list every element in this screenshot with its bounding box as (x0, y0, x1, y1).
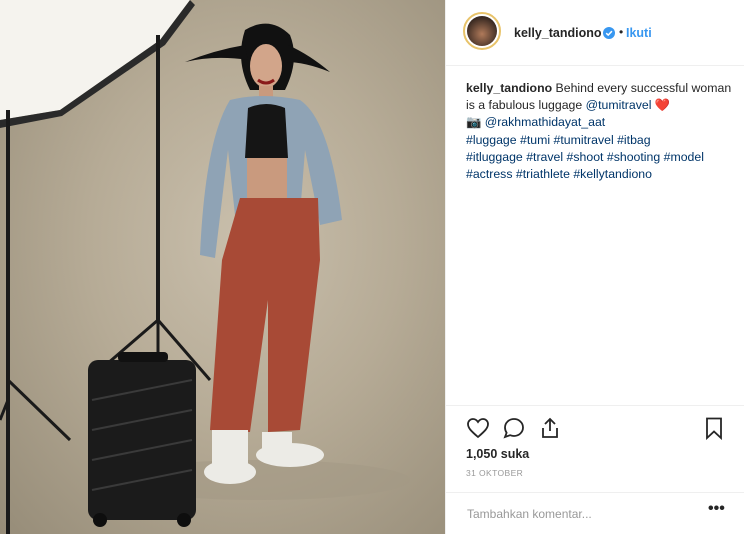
hashtag[interactable]: #shoot (567, 150, 604, 164)
follow-button[interactable]: Ikuti (626, 26, 652, 40)
hashtag[interactable]: #tumi (520, 133, 550, 147)
softbox-light (0, 0, 190, 120)
caption-mention-photographer[interactable]: @rakhmathidayat_aat (485, 115, 606, 129)
hashtag[interactable]: #itbag (617, 133, 651, 147)
suitcase (88, 352, 196, 527)
model-figure (185, 23, 342, 484)
verified-badge-icon (603, 27, 615, 39)
header-username[interactable]: kelly_tandiono (514, 26, 602, 40)
hashtag[interactable]: #travel (526, 150, 563, 164)
hashtag[interactable]: #itluggage (466, 150, 523, 164)
post-panel: kelly_tandiono • Ikuti kelly_tandiono Be… (445, 0, 744, 534)
action-bar (446, 405, 744, 451)
post-date[interactable]: 31 OKTOBER (466, 468, 523, 478)
avatar[interactable] (463, 12, 501, 50)
hashtag[interactable]: #kellytandiono (573, 167, 652, 181)
hashtag[interactable]: #triathlete (516, 167, 570, 181)
bookmark-icon[interactable] (702, 416, 726, 440)
hashtag[interactable]: #tumitravel (554, 133, 614, 147)
like-count[interactable]: 1,050 suka (466, 447, 529, 461)
hashtag[interactable]: #model (664, 150, 704, 164)
comment-input[interactable] (465, 503, 699, 525)
hashtag[interactable]: #luggage (466, 133, 517, 147)
post-header: kelly_tandiono • Ikuti (446, 0, 744, 66)
heart-emoji: ❤️ (654, 98, 671, 113)
hashtag[interactable]: #actress (466, 167, 512, 181)
post-photo[interactable] (0, 0, 445, 534)
hashtag[interactable]: #shooting (607, 150, 660, 164)
post-caption: kelly_tandiono Behind every successful w… (466, 80, 734, 183)
caption-username[interactable]: kelly_tandiono (466, 81, 552, 95)
caption-mention-tumitravel[interactable]: @tumitravel (586, 98, 652, 112)
comment-bar: ••• (446, 492, 744, 534)
share-upload-icon[interactable] (538, 416, 562, 440)
speech-bubble-icon[interactable] (502, 416, 526, 440)
camera-emoji: 📷 (466, 115, 482, 130)
photo-illustration (0, 0, 410, 534)
avatar-image (467, 16, 497, 46)
more-options-icon[interactable]: ••• (708, 500, 725, 518)
header-separator: • (619, 25, 624, 39)
heart-outline-icon[interactable] (466, 416, 490, 440)
